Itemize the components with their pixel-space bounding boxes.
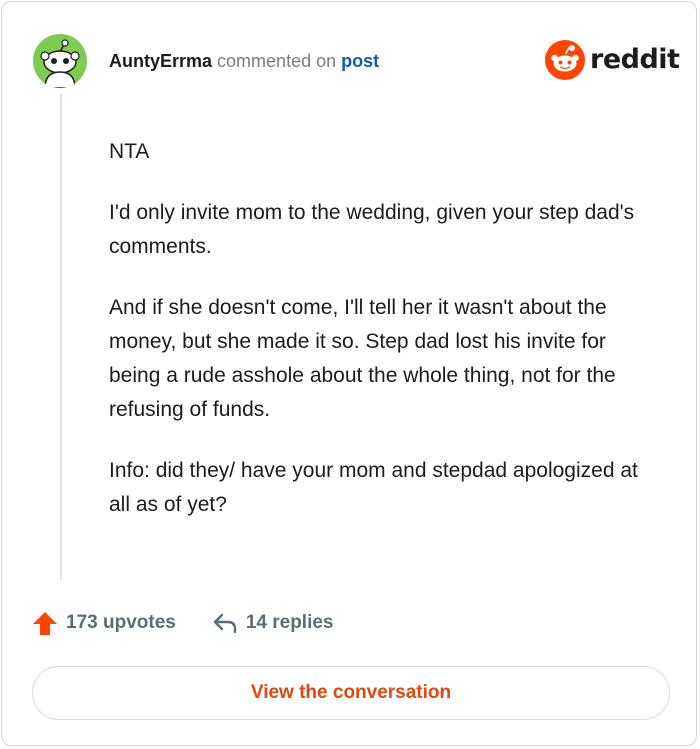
snoo-avatar-icon (40, 39, 80, 88)
post-link[interactable]: post (341, 51, 379, 71)
comment-paragraph: I'd only invite mom to the wedding, give… (109, 201, 635, 258)
reddit-wordmark: reddit (590, 44, 680, 75)
comment-paragraph: Info: did they/ have your mom and stepda… (109, 459, 638, 516)
reply-arrow-icon (213, 613, 237, 634)
comment-body: NTA I'd only invite mom to the wedding, … (109, 135, 649, 549)
comment-actions: 173 upvotes 14 replies (32, 608, 334, 638)
upvote-arrow-icon (33, 612, 57, 635)
comment-paragraph: NTA (109, 140, 150, 163)
reddit-snoo-icon (545, 40, 585, 80)
comment-header: AuntyErrma commented on post (109, 49, 379, 73)
upvotes-count: 173 upvotes (66, 612, 176, 633)
thread-line (60, 94, 62, 580)
username-link[interactable]: AuntyErrma (109, 51, 212, 71)
avatar[interactable] (33, 34, 87, 88)
view-conversation-button[interactable]: View the conversation (32, 666, 670, 720)
comment-paragraph: And if she doesn't come, I'll tell her i… (109, 296, 616, 421)
comment-card: AuntyErrma commented on post reddit NTA … (1, 1, 697, 746)
commented-on-text: commented on (217, 51, 337, 71)
replies-button[interactable]: 14 replies (212, 612, 334, 634)
upvote-button[interactable]: 173 upvotes (32, 610, 176, 636)
replies-count: 14 replies (245, 612, 334, 633)
reddit-logo[interactable]: reddit (545, 40, 680, 80)
